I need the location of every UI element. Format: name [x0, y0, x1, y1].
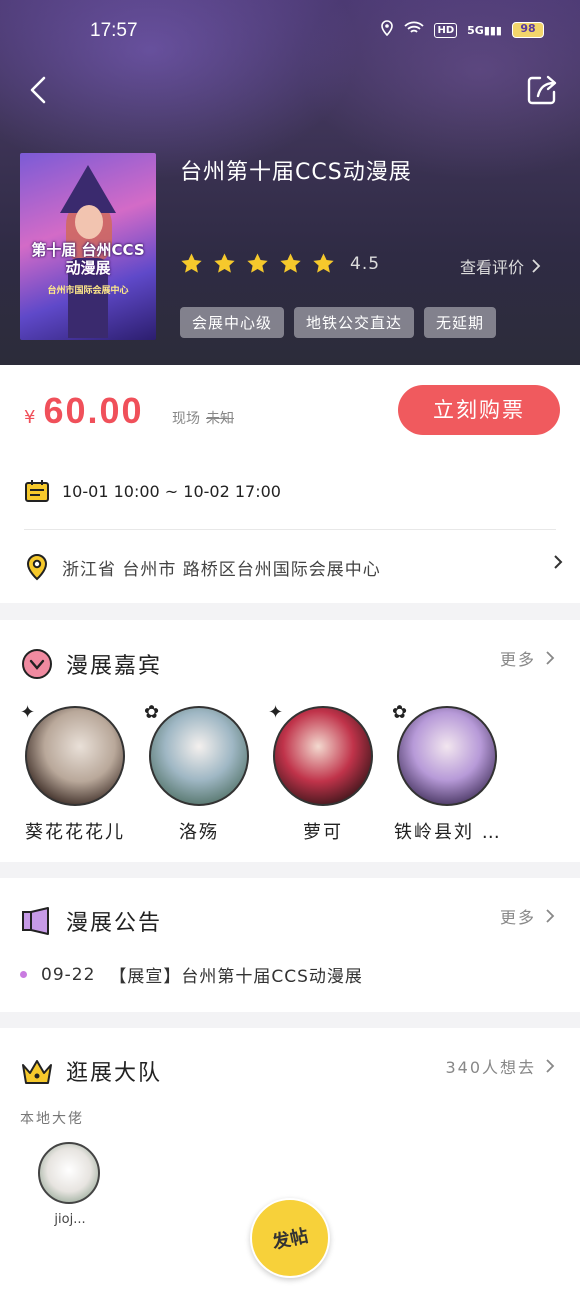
guest-item[interactable]: ✦ 萝可	[268, 702, 376, 844]
team-member-name: jioj...	[54, 1212, 86, 1227]
location-pin-icon	[26, 553, 48, 581]
chevron-left-icon	[30, 76, 46, 104]
event-detail-page: 17:57 HD 5G▮▮▮ 98 第十届 台州CCS动漫展 台州市国际会展中心…	[0, 0, 580, 1295]
battery-icon: 98	[512, 22, 544, 38]
calendar-icon	[25, 480, 49, 502]
share-button[interactable]	[524, 72, 560, 108]
onsite-price: 现场 未知	[172, 408, 234, 428]
sparkle-icon: ✦	[268, 702, 284, 723]
chevron-right-icon	[532, 259, 541, 273]
buy-ticket-button[interactable]: 立刻购票	[398, 385, 560, 435]
event-tag: 无延期	[424, 307, 497, 338]
status-time: 17:57	[90, 20, 138, 41]
avatar	[273, 706, 373, 806]
guests-more-link[interactable]: 更多	[500, 646, 556, 670]
price-value: 60.00	[43, 390, 144, 431]
hd-badge: HD	[434, 22, 458, 38]
view-reviews-label: 查看评价	[460, 258, 525, 277]
guest-name: 葵花花花儿	[25, 822, 125, 843]
flower-icon: ✿	[144, 702, 160, 723]
ticket-info-card: ¥ 60.00 现场 未知 立刻购票 10-01 10:00 ~ 10-02 17…	[0, 365, 580, 603]
team-count: 340人想去	[445, 1058, 536, 1077]
ticket-price: ¥ 60.00	[24, 390, 144, 432]
poster-title: 第十届 台州CCS动漫展	[31, 241, 145, 277]
announcement-text: 【展宣】台州第十届CCS动漫展	[109, 967, 363, 987]
event-title: 台州第十届CCS动漫展	[180, 160, 412, 185]
location-icon	[380, 20, 394, 40]
team-header: 逛展大队	[20, 1055, 162, 1087]
chevron-right-icon	[554, 555, 563, 569]
announcements-section: 漫展公告 更多 09-22 【展宣】台州第十届CCS动漫展	[0, 878, 580, 1012]
event-tags: 会展中心级 地铁公交直达 无延期	[180, 307, 497, 338]
address-text: 浙江省 台州市 路桥区台州国际会展中心	[62, 559, 381, 580]
announcements-more-link[interactable]: 更多	[500, 904, 556, 928]
guest-name: 铁岭县刘 …	[394, 822, 502, 843]
local-experts-label: 本地大佬	[20, 1111, 84, 1127]
back-button[interactable]	[20, 72, 56, 108]
guests-section: 漫展嘉宾 更多 ✦ 葵花花花儿 ✿ 洛殇 ✦ 萝可 ✿ 铁岭县刘 …	[0, 620, 580, 862]
rating-value: 4.5	[350, 254, 381, 274]
status-bar: 17:57 HD 5G▮▮▮ 98	[0, 14, 580, 50]
signal-icon: 5G▮▮▮	[467, 23, 502, 37]
status-icons: HD 5G▮▮▮ 98	[380, 20, 544, 40]
star-icon	[214, 253, 235, 273]
schedule-row: 10-01 10:00 ~ 10-02 17:00	[24, 479, 281, 503]
guest-item[interactable]: ✦ 葵花花花儿	[20, 702, 128, 844]
divider	[24, 529, 556, 530]
flower-icon: ✿	[392, 702, 408, 723]
post-label: 发帖	[270, 1225, 311, 1254]
event-tag: 地铁公交直达	[294, 307, 415, 338]
team-count-link[interactable]: 340人想去	[445, 1054, 556, 1078]
team-title: 逛展大队	[66, 1061, 163, 1086]
sparkle-icon: ✦	[20, 702, 36, 723]
view-reviews-link[interactable]: 查看评价	[460, 254, 542, 278]
avatar	[397, 706, 497, 806]
avatar	[149, 706, 249, 806]
star-icon	[313, 253, 334, 273]
heart-badge-icon	[22, 649, 52, 679]
guests-header: 漫展嘉宾	[20, 647, 162, 681]
rating-stars	[180, 252, 335, 275]
announcements-header: 漫展公告	[20, 905, 162, 937]
announcement-item[interactable]: 09-22 【展宣】台州第十届CCS动漫展	[20, 962, 363, 987]
event-tag: 会展中心级	[180, 307, 285, 338]
announcements-title: 漫展公告	[66, 911, 163, 936]
event-poster[interactable]: 第十届 台州CCS动漫展 台州市国际会展中心	[20, 153, 156, 340]
guest-list: ✦ 葵花花花儿 ✿ 洛殇 ✦ 萝可 ✿ 铁岭县刘 …	[20, 702, 502, 844]
avatar	[38, 1142, 100, 1204]
announcement-date: 09-22	[41, 964, 96, 985]
currency-symbol: ¥	[24, 407, 36, 428]
star-icon	[181, 253, 202, 273]
chevron-right-icon	[546, 1059, 555, 1073]
wifi-icon	[404, 21, 425, 39]
onsite-value: 未知	[206, 411, 234, 427]
guest-item[interactable]: ✿ 洛殇	[144, 702, 252, 844]
schedule-datetime: 10-01 10:00 ~ 10-02 17:00	[62, 481, 281, 501]
poster-subtitle: 台州市国际会展中心	[47, 286, 129, 296]
address-row[interactable]: 浙江省 台州市 路桥区台州国际会展中心	[24, 553, 564, 581]
guest-item[interactable]: ✿ 铁岭县刘 …	[392, 702, 502, 844]
post-button[interactable]: 发帖	[250, 1198, 330, 1278]
bullet-dot	[20, 971, 27, 978]
avatar	[25, 706, 125, 806]
guest-name: 洛殇	[179, 822, 219, 843]
event-header: 17:57 HD 5G▮▮▮ 98 第十届 台州CCS动漫展 台州市国际会展中心…	[0, 0, 580, 365]
guest-name: 萝可	[303, 822, 343, 843]
battery-level: 98	[520, 22, 536, 35]
network-label: 5G	[467, 23, 484, 37]
share-icon	[527, 75, 557, 105]
onsite-label: 现场	[172, 411, 200, 427]
star-icon	[280, 253, 301, 273]
crown-icon	[22, 1060, 52, 1084]
more-label: 更多	[499, 650, 536, 669]
team-member[interactable]: jioj...	[38, 1142, 102, 1227]
guests-title: 漫展嘉宾	[66, 654, 163, 679]
star-icon	[247, 253, 268, 273]
more-label: 更多	[499, 908, 536, 927]
chevron-right-icon	[546, 651, 555, 665]
chevron-right-icon	[546, 909, 555, 923]
megaphone-icon	[22, 907, 49, 935]
